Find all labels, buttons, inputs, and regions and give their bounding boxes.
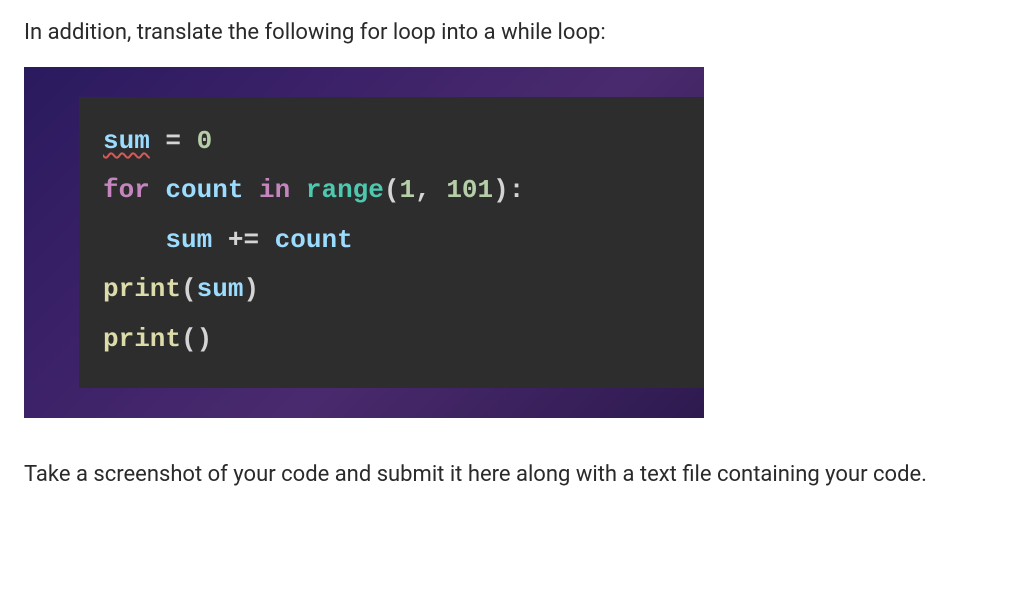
code-screenshot: sum = 0 for count in range(1, 101): sum … [24, 67, 704, 418]
token-range: range [306, 175, 384, 205]
token-indent [103, 225, 165, 255]
instruction-top: In addition, translate the following for… [24, 16, 986, 49]
instruction-bottom: Take a screenshot of your code and submi… [24, 458, 986, 491]
token-hundred: 101 [446, 175, 493, 205]
token-zero: 0 [197, 126, 213, 156]
token-space [243, 175, 259, 205]
token-pluseq: += [228, 225, 259, 255]
code-line-2: for count in range(1, 101): [103, 166, 680, 215]
token-rparen: ) [197, 324, 213, 354]
token-in: in [259, 175, 290, 205]
code-line-5: print() [103, 315, 680, 364]
code-line-4: print(sum) [103, 265, 680, 314]
token-lparen: ( [384, 175, 400, 205]
token-rparen: ) [243, 274, 259, 304]
token-lparen: ( [181, 324, 197, 354]
token-count: count [165, 175, 243, 205]
token-rparen: ) [493, 175, 509, 205]
token-print: print [103, 274, 181, 304]
token-sum-arg: sum [197, 274, 244, 304]
token-print: print [103, 324, 181, 354]
token-space [150, 175, 166, 205]
token-space [290, 175, 306, 205]
code-line-3: sum += count [103, 216, 680, 265]
code-editor: sum = 0 for count in range(1, 101): sum … [79, 97, 704, 388]
token-for: for [103, 175, 150, 205]
token-comma: , [415, 175, 446, 205]
token-assign: = [150, 126, 197, 156]
token-lparen: ( [181, 274, 197, 304]
token-space [259, 225, 275, 255]
token-var-sum: sum [103, 126, 150, 156]
token-sum-var: sum [165, 225, 212, 255]
token-count-var: count [275, 225, 353, 255]
code-line-1: sum = 0 [103, 117, 680, 166]
token-colon: : [509, 175, 525, 205]
token-one: 1 [400, 175, 416, 205]
token-space [212, 225, 228, 255]
